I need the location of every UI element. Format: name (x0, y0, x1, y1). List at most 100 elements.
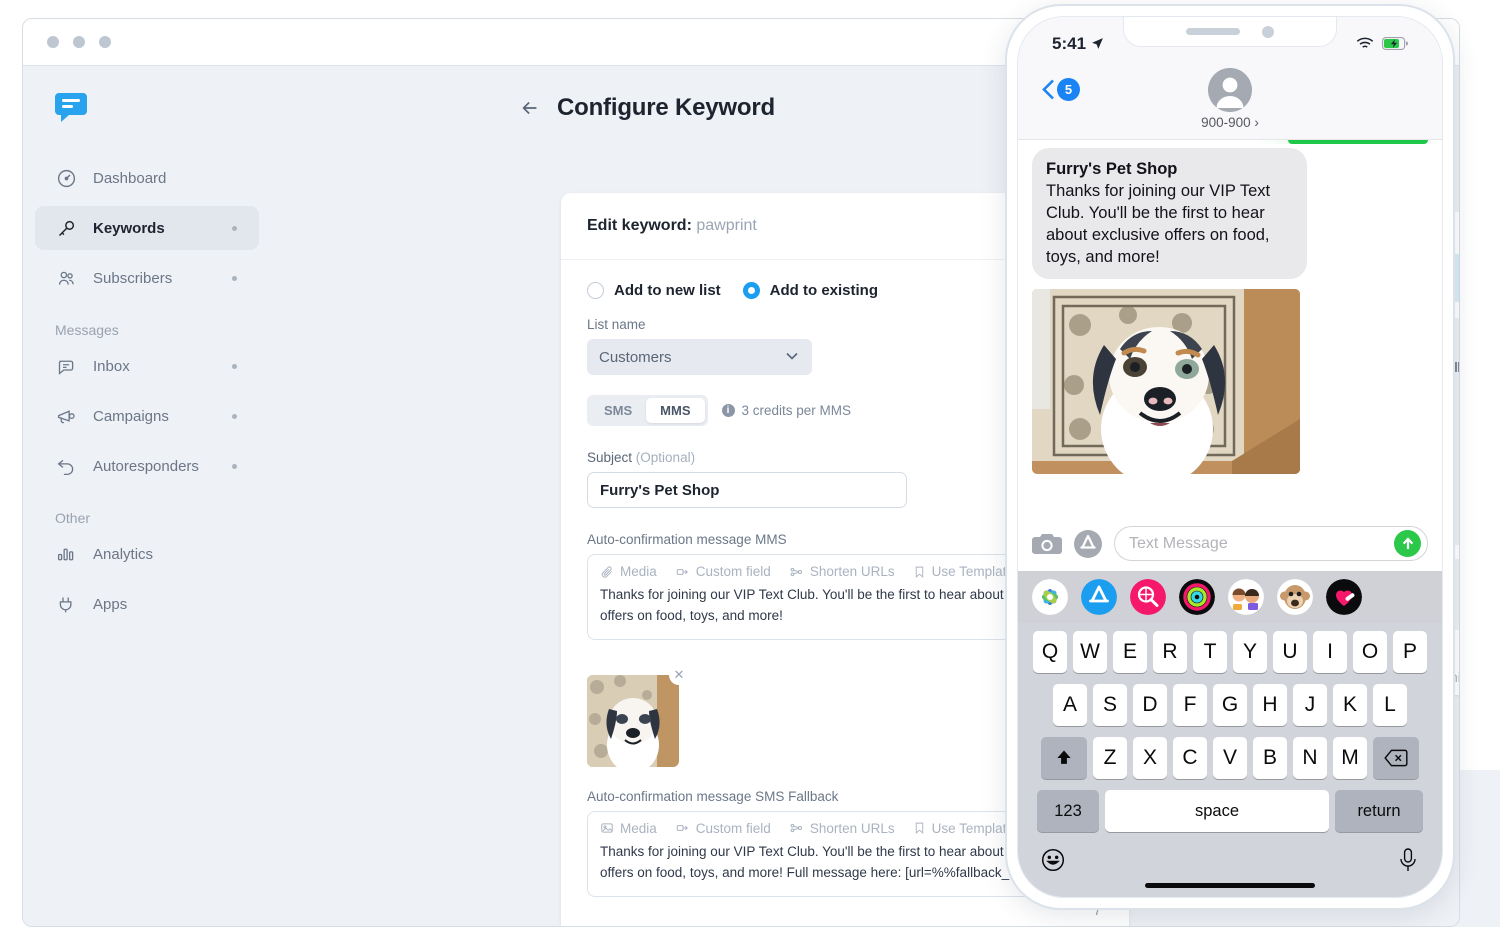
key-d[interactable]: D (1133, 684, 1167, 726)
app-store-app-icon[interactable] (1081, 579, 1117, 615)
sidebar-item-dot (232, 225, 237, 231)
mms-media-button[interactable]: Media (600, 564, 657, 579)
key-v[interactable]: V (1213, 737, 1247, 779)
key-c[interactable]: C (1173, 737, 1207, 779)
message-photo-attachment[interactable] (1032, 288, 1300, 474)
key-f[interactable]: F (1173, 684, 1207, 726)
key-o[interactable]: O (1353, 631, 1387, 673)
radio-add-to-new-list[interactable]: Add to new list (587, 282, 721, 299)
send-button[interactable] (1394, 530, 1421, 557)
subject-input[interactable] (587, 472, 907, 508)
sidebar-item-dashboard[interactable]: Dashboard (35, 156, 259, 200)
numbers-key[interactable]: 123 (1037, 790, 1099, 832)
radio-add-to-existing[interactable]: Add to existing (742, 282, 879, 299)
back-to-messages-button[interactable]: 5 (1042, 78, 1080, 101)
monkey-memoji-icon[interactable] (1277, 579, 1313, 615)
key-j[interactable]: J (1293, 684, 1327, 726)
wifi-icon (1356, 37, 1374, 50)
credits-note-text: 3 credits per MMS (741, 403, 852, 418)
tool-label: Shorten URLs (809, 564, 895, 579)
credits-note: i 3 credits per MMS (721, 403, 852, 418)
close-traffic-light[interactable] (47, 36, 59, 48)
maximize-traffic-light[interactable] (99, 36, 111, 48)
keyboard-row-4: 123 space return (1022, 790, 1438, 832)
key-s[interactable]: S (1093, 684, 1127, 726)
front-camera-icon (1262, 25, 1274, 38)
phone-notch (1123, 17, 1337, 47)
emoji-smiley-icon[interactable] (1040, 847, 1066, 873)
shift-up-icon[interactable] (1041, 737, 1087, 779)
key-m[interactable]: M (1333, 737, 1367, 779)
contact-name-button[interactable]: 900-900 › (1018, 115, 1442, 130)
mms-shorten-urls-button[interactable]: Shorten URLs (789, 564, 895, 579)
chat-icon (55, 355, 77, 377)
app-store-icon[interactable] (1074, 529, 1102, 558)
segment-mms[interactable]: MMS (646, 398, 705, 423)
sms-custom-field-button[interactable]: Custom field (675, 821, 771, 836)
fitness-rings-app-icon[interactable] (1179, 579, 1215, 615)
sidebar-item-inbox[interactable]: Inbox (35, 344, 259, 388)
radio-label: Add to existing (769, 282, 879, 299)
key-a[interactable]: A (1053, 684, 1087, 726)
microphone-icon[interactable] (1396, 847, 1420, 873)
key-k[interactable]: K (1333, 684, 1367, 726)
memoji-people-icon[interactable] (1228, 579, 1264, 615)
backspace-icon[interactable] (1373, 737, 1419, 779)
sms-shorten-urls-button[interactable]: Shorten URLs (789, 821, 895, 836)
sidebar-item-autoresponders[interactable]: Autoresponders (35, 444, 259, 488)
subject-optional-text: (Optional) (635, 450, 696, 465)
minimize-traffic-light[interactable] (73, 36, 85, 48)
image-search-app-icon[interactable] (1130, 579, 1166, 615)
key-t[interactable]: T (1193, 631, 1227, 673)
list-name-select[interactable]: Customers (587, 339, 812, 375)
key-i[interactable]: I (1313, 631, 1347, 673)
sidebar-item-label: Inbox (93, 357, 130, 375)
sidebar-item-label: Autoresponders (93, 457, 199, 475)
sms-use-template-button[interactable]: Use Template (913, 821, 1014, 836)
key-b[interactable]: B (1253, 737, 1287, 779)
unread-badge: 5 (1057, 78, 1080, 101)
key-e[interactable]: E (1113, 631, 1147, 673)
sidebar-group-other: Other (55, 510, 91, 526)
sidebar-item-keywords[interactable]: Keywords (35, 206, 259, 250)
remove-attachment-icon[interactable]: ✕ (669, 664, 689, 685)
key-g[interactable]: G (1213, 684, 1247, 726)
keyboard-bottom-row (1022, 843, 1438, 883)
key-u[interactable]: U (1273, 631, 1307, 673)
tool-label: Use Template (931, 820, 1014, 836)
return-key[interactable]: return (1335, 790, 1423, 832)
key-h[interactable]: H (1253, 684, 1287, 726)
key-n[interactable]: N (1293, 737, 1327, 779)
brand-logo[interactable] (53, 88, 89, 124)
message-input-placeholder: Text Message (1129, 534, 1228, 552)
camera-icon[interactable] (1032, 532, 1062, 556)
sidebar-item-label: Keywords (93, 219, 165, 237)
back-button[interactable] (519, 97, 541, 119)
digital-touch-icon[interactable] (1326, 579, 1362, 615)
key-q[interactable]: Q (1033, 631, 1067, 673)
key-l[interactable]: L (1373, 684, 1407, 726)
key-p[interactable]: P (1393, 631, 1427, 673)
sidebar-item-subscribers[interactable]: Subscribers (35, 256, 259, 300)
key-r[interactable]: R (1153, 631, 1187, 673)
key-x[interactable]: X (1133, 737, 1167, 779)
sidebar-item-analytics[interactable]: Analytics (35, 532, 259, 576)
segment-sms[interactable]: SMS (590, 398, 646, 423)
attachment-thumbnail[interactable] (587, 674, 679, 767)
sidebar-item-campaigns[interactable]: Campaigns (35, 394, 259, 438)
key-w[interactable]: W (1073, 631, 1107, 673)
photos-app-icon[interactable] (1032, 579, 1068, 615)
iphone-mockup: 5:41 5 900-900 › Furry's Pet Shop Thanks… (1005, 4, 1455, 910)
mms-custom-field-button[interactable]: Custom field (675, 564, 771, 579)
space-key[interactable]: space (1105, 790, 1329, 832)
sms-media-button[interactable]: Media (600, 821, 657, 836)
info-icon: i (721, 404, 735, 417)
list-name-select-wrap: Customers (587, 339, 812, 375)
mms-use-template-button[interactable]: Use Template (913, 564, 1014, 579)
key-z[interactable]: Z (1093, 737, 1127, 779)
key-y[interactable]: Y (1233, 631, 1267, 673)
key-icon (55, 217, 77, 239)
sidebar-item-apps[interactable]: Apps (35, 582, 259, 626)
avatar[interactable] (1208, 68, 1252, 112)
message-input[interactable]: Text Message (1114, 526, 1428, 561)
